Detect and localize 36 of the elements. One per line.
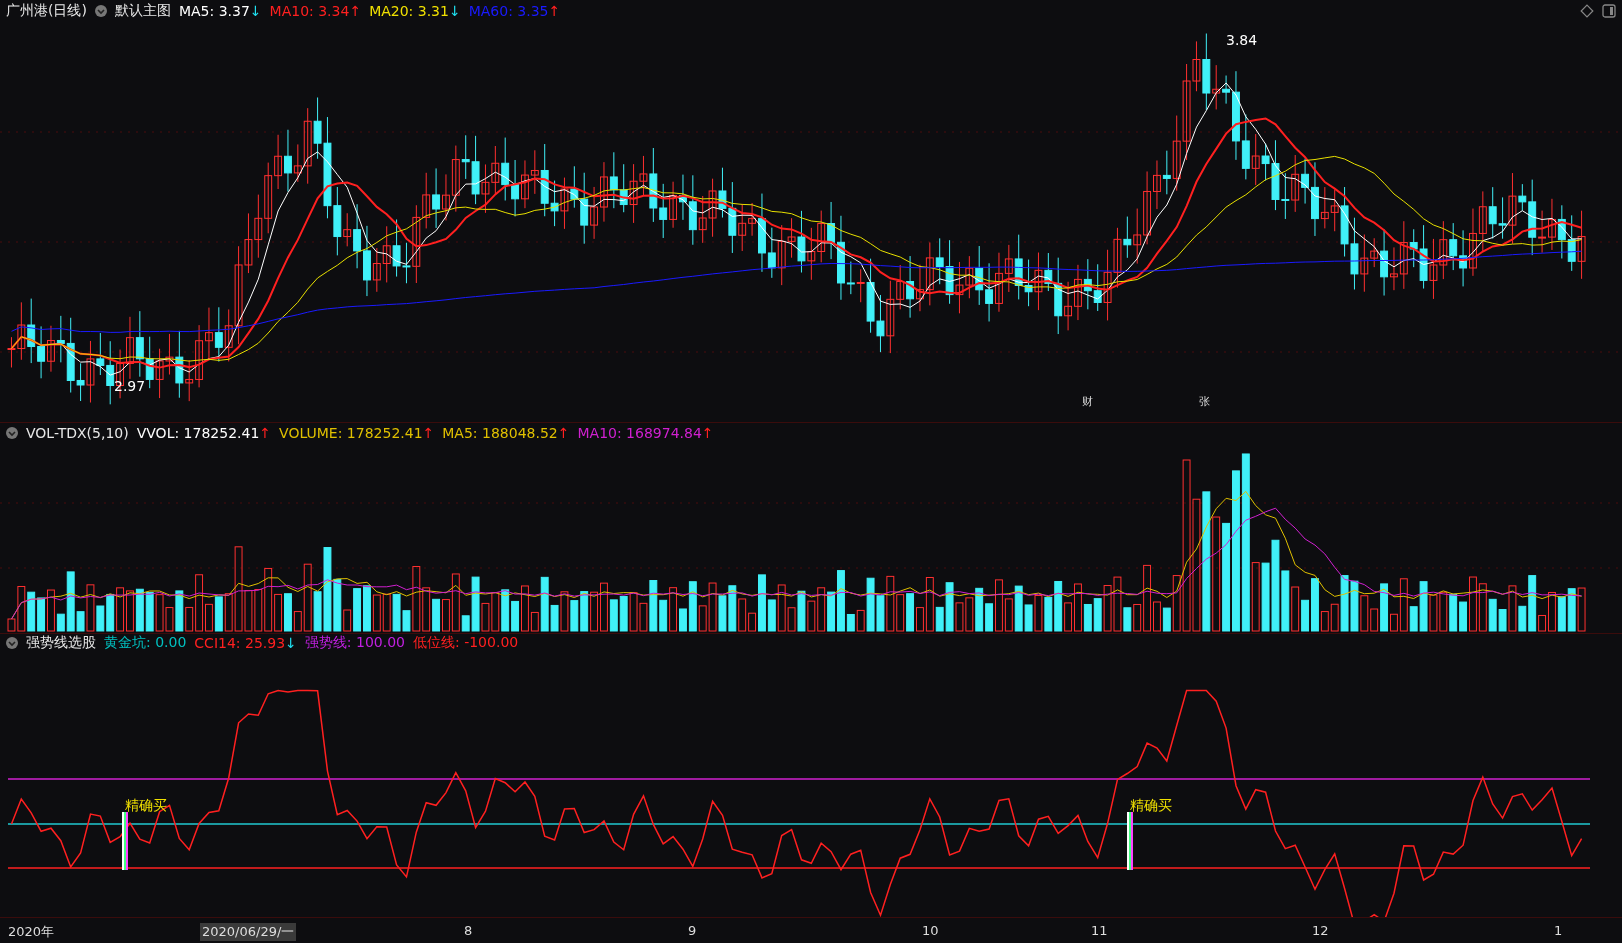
- stock-title: 广州港(日线): [6, 2, 87, 20]
- signal-bar: [122, 812, 128, 870]
- template-label[interactable]: 默认主图: [114, 2, 171, 20]
- indicator-value: VVOL: 178252.41↑: [136, 425, 272, 441]
- indicator-value: 黄金坑: 0.00: [104, 634, 187, 652]
- axis-label: 2020年: [7, 923, 56, 941]
- event-marker: 财: [1082, 394, 1093, 409]
- collapse-icon[interactable]: [6, 427, 18, 439]
- axis-label: 10: [921, 923, 940, 938]
- event-marker: 张: [1199, 394, 1210, 409]
- indicator-value: 低位线: -100.00: [413, 634, 519, 652]
- axis-label: 2020/06/29/一: [200, 923, 297, 941]
- indicator-value: MA5: 3.37↓: [178, 3, 262, 19]
- indicator-value: MA60: 3.35↑: [468, 3, 561, 19]
- indicator-value: MA10: 3.34↑: [269, 3, 362, 19]
- indicator-value: MA10: 168974.84↑: [577, 425, 714, 441]
- price-label: 3.84: [1226, 32, 1258, 48]
- axis-label: 11: [1090, 923, 1109, 938]
- indicator-value: 强势线: 100.00: [304, 634, 405, 652]
- signal-label: 精确买: [125, 797, 167, 815]
- indicator-value: MA5: 188048.52↑: [442, 425, 570, 441]
- indicator-value: CCI14: 25.93↓: [194, 635, 297, 651]
- indicator-name: VOL-TDX(5,10): [26, 425, 129, 441]
- axis-label: 1: [1553, 923, 1564, 938]
- axis-label: 8: [463, 923, 474, 938]
- diamond-icon[interactable]: [1580, 4, 1594, 18]
- indicator-name: 强势线选股: [26, 634, 96, 652]
- signal-bar: [1127, 812, 1133, 870]
- indicator-value: VOLUME: 178252.41↑: [279, 425, 435, 441]
- signal-label: 精确买: [1130, 797, 1172, 815]
- axis-label: 9: [687, 923, 698, 938]
- collapse-icon[interactable]: [94, 5, 107, 17]
- collapse-icon[interactable]: [6, 637, 18, 649]
- panel-toggle-icon[interactable]: [1602, 4, 1616, 18]
- axis-label: 12: [1311, 923, 1330, 938]
- indicator-value: MA20: 3.31↓: [369, 3, 461, 19]
